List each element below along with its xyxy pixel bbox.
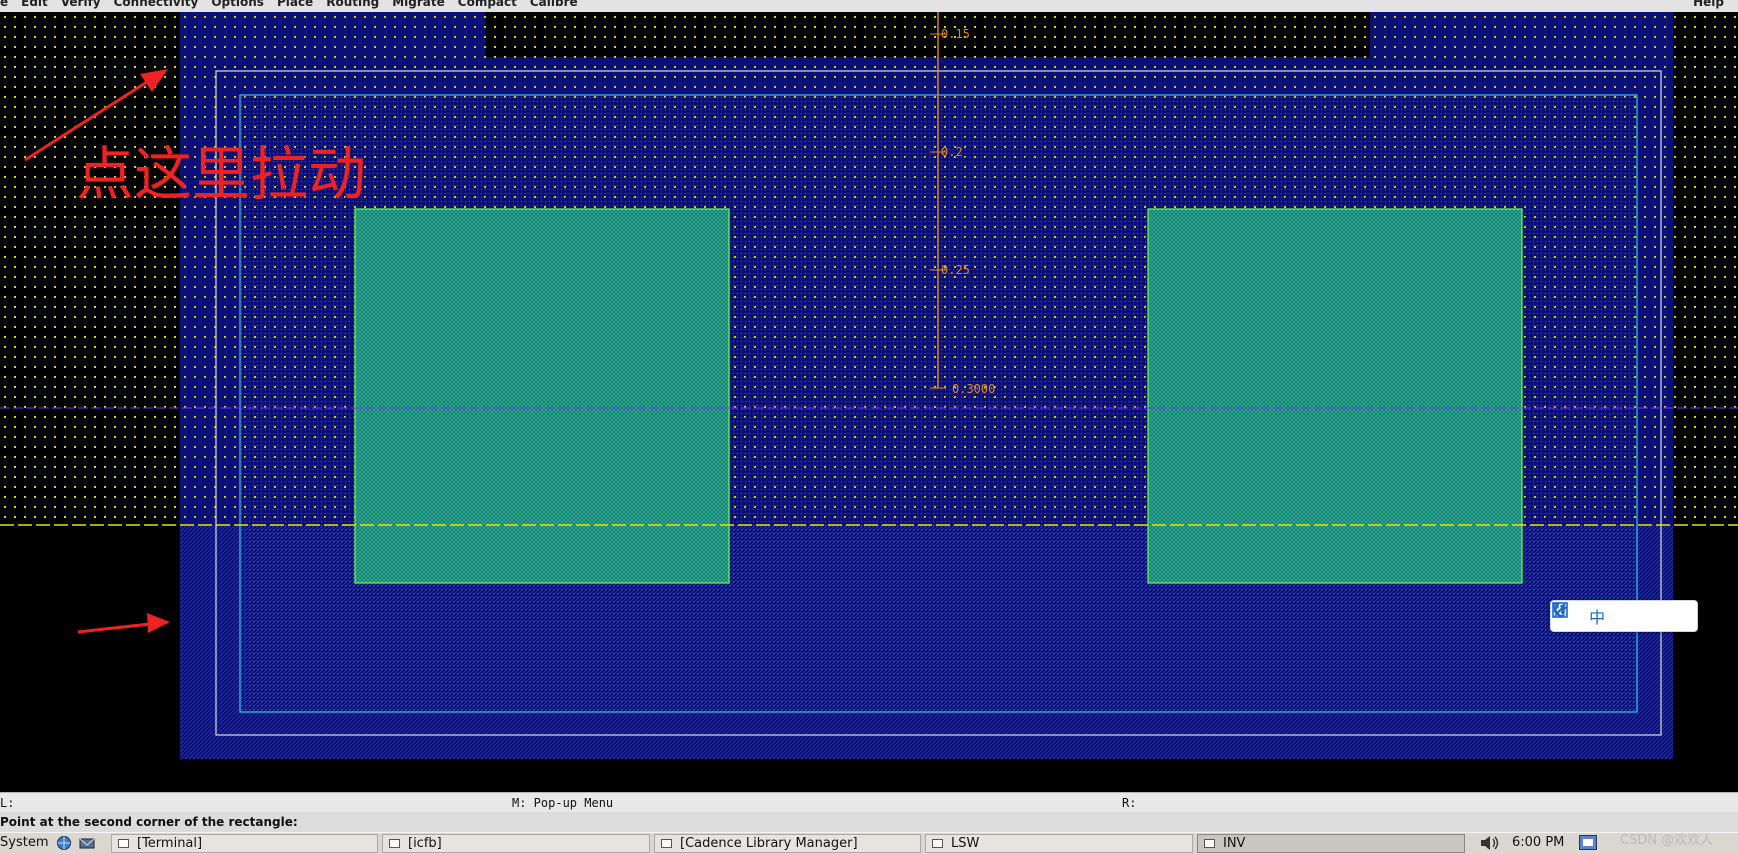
wrench-icon[interactable]	[1554, 603, 1689, 627]
menu-help[interactable]: Help	[1693, 0, 1724, 9]
ruler-label: 0.25	[941, 263, 970, 277]
browser-launcher-icon[interactable]	[55, 835, 73, 851]
layout-drawing[interactable]: 0.15 0.2 0.25 0.3000 点这里拉动	[0, 12, 1738, 792]
ruler-label: 0.15	[941, 27, 970, 41]
menu-verify[interactable]: Verify	[61, 0, 101, 9]
menu-compact[interactable]: Compact	[458, 0, 517, 9]
prompt-text: Point at the second corner of the rectan…	[0, 815, 298, 829]
status-right: R:	[1122, 796, 1137, 810]
taskbar-item-terminal[interactable]: [Terminal]	[111, 834, 378, 853]
layout-canvas[interactable]: 0.15 0.2 0.25 0.3000 点这里拉动 中	[0, 12, 1738, 792]
window-icon	[661, 839, 672, 848]
chinese-mode-icon[interactable]: 中	[1586, 605, 1608, 627]
active-area-right	[1147, 208, 1523, 584]
menu-place[interactable]: Place	[277, 0, 313, 9]
taskbar: System [Terminal] [icfb] [Cadence Librar…	[0, 832, 1738, 854]
system-menu[interactable]: System	[0, 835, 48, 850]
command-prompt: Point at the second corner of the rectan…	[0, 812, 1738, 832]
menu-migrate[interactable]: Migrate	[392, 0, 445, 9]
mail-launcher-icon[interactable]	[78, 835, 96, 851]
taskbar-item-library-manager[interactable]: [Cadence Library Manager]	[654, 834, 921, 853]
punctuation-icon[interactable]	[1553, 603, 1662, 627]
menu-options[interactable]: Options	[211, 0, 264, 9]
moon-icon[interactable]	[1553, 602, 1635, 627]
taskbar-item-label: [icfb]	[408, 836, 442, 851]
taskbar-item-label: LSW	[951, 836, 980, 851]
menu-calibre[interactable]: Calibre	[530, 0, 578, 9]
active-area-left	[354, 208, 730, 584]
taskbar-item-label: [Cadence Library Manager]	[680, 836, 858, 851]
show-desktop-icon[interactable]	[1579, 835, 1597, 850]
taskbar-item-lsw[interactable]: LSW	[925, 834, 1193, 853]
clock[interactable]: 6:00 PM	[1512, 835, 1564, 850]
ime-toolbar[interactable]: 中	[1550, 600, 1698, 632]
window-icon	[389, 839, 400, 848]
status-left: L:	[0, 796, 15, 810]
taskbar-item-label: [Terminal]	[137, 836, 203, 851]
menu-routing[interactable]: Routing	[326, 0, 379, 9]
window-icon	[932, 839, 943, 848]
ruler-label: 0.2	[941, 145, 963, 159]
status-middle: M: Pop-up Menu	[512, 796, 614, 810]
watermark: CSDN @欢欢人	[1620, 833, 1714, 848]
menu-bar: e Edit Verify Connectivity Options Place Routi…	[0, 0, 1738, 12]
volume-icon[interactable]	[1478, 834, 1500, 852]
window-icon	[118, 839, 129, 848]
menu-file[interactable]: e	[0, 0, 8, 9]
taskbar-item-label: INV	[1223, 836, 1246, 851]
annotation-text: 点这里拉动	[76, 140, 366, 208]
menu-edit[interactable]: Edit	[21, 0, 48, 9]
taskbar-item-inv[interactable]: INV	[1197, 834, 1465, 853]
mouse-status-bar: L: M: Pop-up Menu R:	[0, 792, 1738, 813]
window-icon	[1204, 839, 1215, 848]
annotation-arrow-bottom	[77, 613, 170, 634]
taskbar-item-icfb[interactable]: [icfb]	[382, 834, 650, 853]
menu-connectivity[interactable]: Connectivity	[114, 0, 199, 9]
ruler-label: 0.3000	[952, 382, 995, 396]
